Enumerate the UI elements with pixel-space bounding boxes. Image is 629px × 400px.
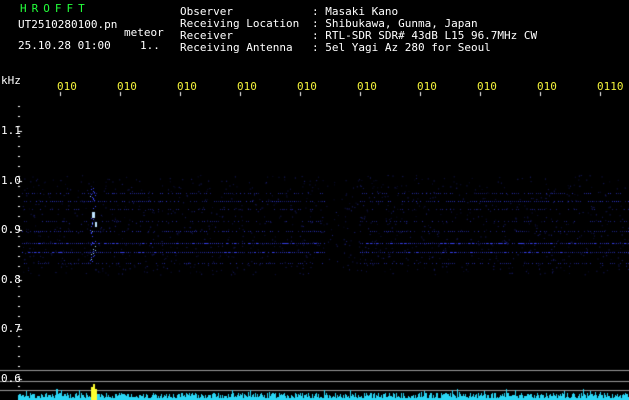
time-tick: 010	[177, 80, 197, 93]
time-tick: 0110	[597, 80, 624, 93]
time-tick: 010	[357, 80, 377, 93]
time-tick: 010	[237, 80, 257, 93]
time-tick: 010	[297, 80, 317, 93]
time-tick: 010	[477, 80, 497, 93]
freq-tick: 1.1	[1, 124, 21, 137]
freq-tick: 0.7	[1, 322, 21, 335]
antenna-label: Receiving Antenna	[180, 41, 293, 54]
event-type-label: meteor	[124, 26, 164, 39]
time-tick: 010	[417, 80, 437, 93]
antenna-value: : 5el Yagi Az 280 for Seoul	[312, 41, 491, 54]
freq-tick: 1.0	[1, 174, 21, 187]
freq-tick: 0.9	[1, 223, 21, 236]
time-tick: 010	[537, 80, 557, 93]
page-indicator: 1..	[140, 39, 160, 52]
hrofft-window: HROFFT UT2510280100.pn meteor 25.10.28 0…	[0, 0, 629, 400]
spectrogram-canvas	[0, 0, 629, 400]
time-tick: 010	[117, 80, 137, 93]
time-tick: 010	[57, 80, 77, 93]
freq-tick: 0.6	[1, 372, 21, 385]
datetime-label: 25.10.28 01:00	[18, 39, 111, 52]
brand-label: HROFFT	[20, 2, 90, 15]
freq-tick: 0.8	[1, 273, 21, 286]
freq-unit-label: kHz	[1, 74, 21, 87]
filename-label: UT2510280100.pn	[18, 18, 118, 31]
